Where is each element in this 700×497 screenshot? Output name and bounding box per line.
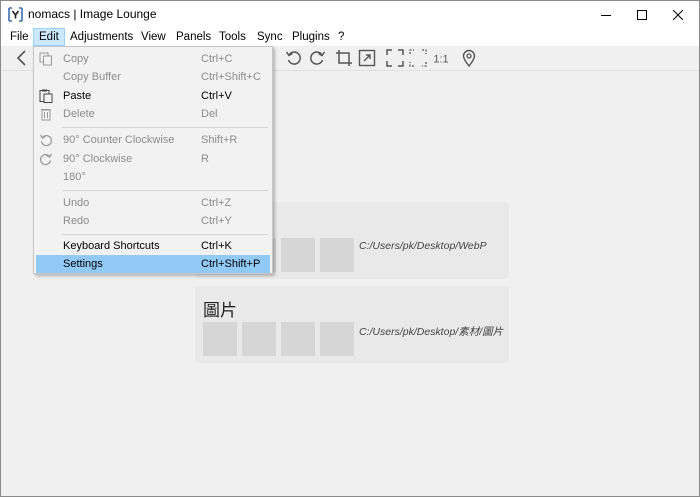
minimize-icon bbox=[601, 14, 611, 16]
menu-item-copy-buffer[interactable]: Copy Buffer Ctrl+Shift+C bbox=[36, 68, 270, 86]
thumbnail[interactable] bbox=[320, 238, 354, 272]
folder-path[interactable]: C:/Users/pk/Desktop/素材/圖片 bbox=[359, 324, 503, 339]
menu-panels[interactable]: Panels bbox=[171, 28, 216, 46]
menu-item-delete[interactable]: Delete Del bbox=[36, 105, 270, 123]
menu-item-paste[interactable]: Paste Ctrl+V bbox=[36, 87, 270, 105]
menu-item-undo[interactable]: Undo Ctrl+Z bbox=[36, 194, 270, 212]
close-icon bbox=[673, 9, 683, 20]
rotate-cw-icon bbox=[39, 152, 53, 166]
menu-edit[interactable]: Edit bbox=[33, 28, 65, 46]
menu-help[interactable]: ? bbox=[333, 28, 349, 46]
folder-path[interactable]: C:/Users/pk/Desktop/WebP bbox=[359, 240, 487, 252]
fit-window-icon[interactable] bbox=[409, 49, 427, 67]
resize-icon[interactable] bbox=[358, 49, 376, 67]
menu-view[interactable]: View bbox=[136, 28, 171, 46]
menu-item-settings[interactable]: Settings Ctrl+Shift+P bbox=[36, 255, 270, 273]
folder-title: 圖片 bbox=[203, 301, 237, 320]
thumbnail[interactable] bbox=[320, 322, 354, 356]
menu-sync[interactable]: Sync bbox=[252, 28, 288, 46]
app-window: nomacs | Image Lounge File Edit Adjustme… bbox=[0, 0, 700, 497]
trash-icon bbox=[39, 107, 53, 121]
thumbnail[interactable] bbox=[281, 322, 315, 356]
thumbnail[interactable] bbox=[242, 322, 276, 356]
menu-separator bbox=[62, 234, 268, 235]
thumbnail[interactable] bbox=[281, 238, 315, 272]
rotate-ccw-icon bbox=[39, 133, 53, 147]
rotate-ccw-icon[interactable] bbox=[285, 49, 303, 67]
menu-plugins[interactable]: Plugins bbox=[287, 28, 335, 46]
menu-item-rotate-cw[interactable]: 90° Clockwise R bbox=[36, 150, 270, 168]
menu-tools[interactable]: Tools bbox=[214, 28, 251, 46]
menu-separator bbox=[62, 127, 268, 128]
menu-item-redo[interactable]: Redo Ctrl+Y bbox=[36, 212, 270, 230]
location-pin-icon[interactable] bbox=[460, 49, 478, 68]
paste-icon bbox=[39, 89, 53, 103]
back-arrow-icon[interactable] bbox=[13, 49, 31, 67]
menu-item-rotate-ccw[interactable]: 90° Counter Clockwise Shift+R bbox=[36, 131, 270, 149]
menu-item-copy[interactable]: Copy Ctrl+C bbox=[36, 50, 270, 68]
edit-menu-dropdown: Copy Ctrl+C Copy Buffer Ctrl+Shift+C Pas… bbox=[33, 46, 273, 274]
menu-bar: File Edit Adjustments View Panels Tools … bbox=[1, 28, 699, 46]
fullscreen-icon[interactable] bbox=[386, 49, 404, 67]
menu-adjustments[interactable]: Adjustments bbox=[65, 28, 138, 46]
close-button[interactable] bbox=[655, 1, 699, 28]
menu-file[interactable]: File bbox=[5, 28, 34, 46]
menu-separator bbox=[62, 190, 268, 191]
svg-text:1:1: 1:1 bbox=[433, 54, 448, 66]
actual-size-icon[interactable]: 1:1 bbox=[432, 49, 450, 67]
window-title: nomacs | Image Lounge bbox=[28, 7, 157, 21]
thumbnail[interactable] bbox=[203, 322, 237, 356]
title-bar: nomacs | Image Lounge bbox=[1, 1, 699, 28]
crop-icon[interactable] bbox=[335, 49, 353, 67]
maximize-icon bbox=[637, 9, 647, 20]
menu-item-keyboard-shortcuts[interactable]: Keyboard Shortcuts Ctrl+K bbox=[36, 237, 270, 255]
nomacs-logo-icon bbox=[8, 7, 23, 22]
recent-folder-card[interactable]: 圖片 C:/Users/pk/Desktop/素材/圖片 bbox=[195, 286, 509, 363]
rotate-cw-icon[interactable] bbox=[308, 49, 326, 67]
menu-item-rotate-180[interactable]: 180° bbox=[36, 168, 270, 186]
copy-icon bbox=[39, 52, 53, 66]
